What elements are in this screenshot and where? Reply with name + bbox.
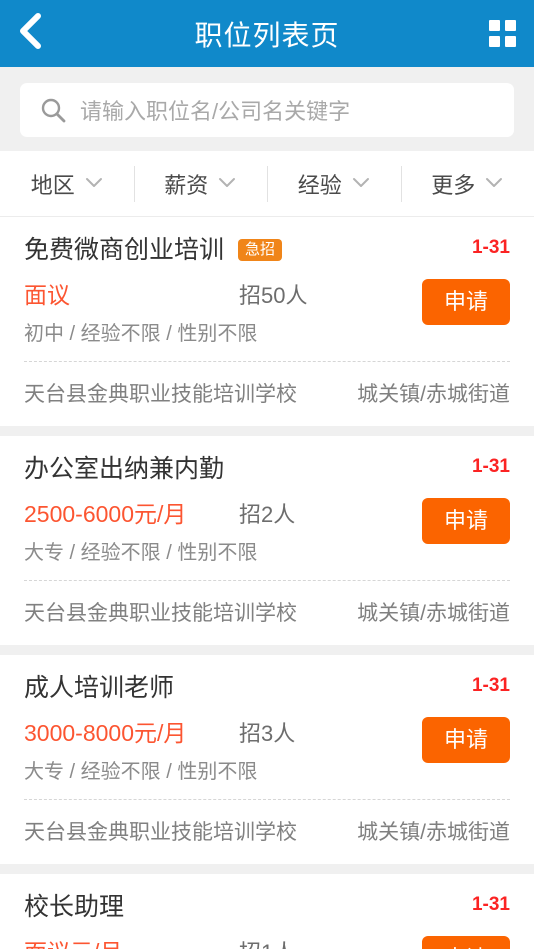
job-salary: 面议 <box>24 282 70 308</box>
job-salary: 3000-8000元/月 <box>24 720 187 746</box>
back-button[interactable] <box>18 12 62 56</box>
search-bar[interactable]: 请输入职位名/公司名关键字 <box>20 83 514 137</box>
job-title: 办公室出纳兼内勤 <box>24 455 225 483</box>
chevron-left-icon <box>18 12 42 55</box>
app-header: 职位列表页 <box>0 0 534 67</box>
urgent-badge: 急招 <box>238 238 283 262</box>
grid-menu-button[interactable] <box>472 12 516 56</box>
filter-salary[interactable]: 薪资 <box>133 164 268 204</box>
company-name: 天台县金典职业技能培训学校 <box>24 602 297 625</box>
job-card[interactable]: 免费微商创业培训 急招 1-31 面议 招50人 初中 / 经验不限 / 性别不… <box>0 217 534 426</box>
filter-more[interactable]: 更多 <box>400 164 534 204</box>
job-title-row: 免费微商创业培训 急招 <box>24 235 510 265</box>
chevron-down-icon <box>485 175 503 193</box>
job-date: 1-31 <box>471 456 510 477</box>
page-title: 职位列表页 <box>194 19 340 51</box>
job-title-row: 办公室出纳兼内勤 <box>24 454 510 484</box>
job-salary: 面议元/月 <box>24 933 239 949</box>
company-name: 天台县金典职业技能培训学校 <box>24 383 297 406</box>
apply-button[interactable]: 申请 <box>421 936 510 949</box>
chevron-down-icon <box>85 175 103 193</box>
job-date: 1-31 <box>471 237 510 258</box>
search-input[interactable]: 请输入职位名/公司名关键字 <box>80 94 350 126</box>
job-title: 成人培训老师 <box>24 674 175 702</box>
job-headcount: 招1人 <box>239 935 295 949</box>
job-card[interactable]: 校长助理 1-31 面议元/月 招1人 大专 / 经验不限 / 性别不限 申请 <box>0 874 534 949</box>
search-section: 请输入职位名/公司名关键字 <box>0 67 534 151</box>
job-title: 校长助理 <box>24 893 125 921</box>
job-company-row: 天台县金典职业技能培训学校 城关镇/赤城街道 <box>24 581 510 645</box>
job-company-row: 天台县金典职业技能培训学校 城关镇/赤城街道 <box>24 362 510 426</box>
job-title-row: 成人培训老师 <box>24 673 510 703</box>
job-card[interactable]: 办公室出纳兼内勤 1-31 2500-6000元/月 招2人 大专 / 经验不限… <box>0 436 534 645</box>
job-date: 1-31 <box>471 675 510 696</box>
filter-experience-label: 经验 <box>297 172 342 198</box>
job-title-row: 校长助理 <box>24 892 510 922</box>
job-company-row: 天台县金典职业技能培训学校 城关镇/赤城街道 <box>24 800 510 864</box>
job-salary: 2500-6000元/月 <box>24 501 187 527</box>
job-headcount: 招2人 <box>239 502 296 527</box>
filter-experience[interactable]: 经验 <box>267 164 401 204</box>
filter-salary-label: 薪资 <box>164 172 209 198</box>
chevron-down-icon <box>352 175 370 193</box>
job-headcount: 招3人 <box>239 721 296 746</box>
apply-button[interactable]: 申请 <box>421 498 510 545</box>
company-location: 城关镇/赤城街道 <box>357 602 510 625</box>
job-card[interactable]: 成人培训老师 1-31 3000-8000元/月 招3人 大专 / 经验不限 /… <box>0 655 534 864</box>
job-list-page: 职位列表页 请输入职位名/公司名关键字 地区 薪资 经验 更多 免费微商创业培训… <box>0 0 534 949</box>
job-list: 免费微商创业培训 急招 1-31 面议 招50人 初中 / 经验不限 / 性别不… <box>0 217 534 949</box>
job-date: 1-31 <box>471 894 510 915</box>
job-headcount: 招50人 <box>239 283 308 308</box>
filter-more-label: 更多 <box>431 172 476 198</box>
filter-region-label: 地区 <box>30 172 75 198</box>
company-location: 城关镇/赤城街道 <box>357 383 510 406</box>
filter-region[interactable]: 地区 <box>0 164 134 204</box>
chevron-down-icon <box>218 175 236 193</box>
search-icon <box>40 97 66 123</box>
company-location: 城关镇/赤城街道 <box>357 821 510 844</box>
job-title: 免费微商创业培训 <box>24 236 225 264</box>
apply-button[interactable]: 申请 <box>421 717 510 764</box>
company-name: 天台县金典职业技能培训学校 <box>24 821 297 844</box>
filter-bar: 地区 薪资 经验 更多 <box>0 151 534 217</box>
apply-button[interactable]: 申请 <box>421 279 510 326</box>
grid-menu-icon <box>489 20 516 47</box>
